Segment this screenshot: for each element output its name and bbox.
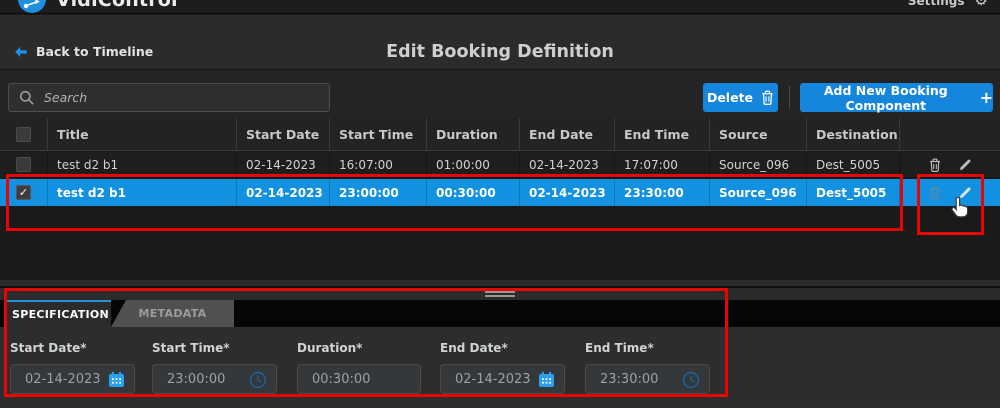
- column-header-end-time[interactable]: End Time: [615, 118, 710, 150]
- delete-button-label: Delete: [707, 90, 753, 105]
- page-title: Edit Booking Definition: [0, 42, 1000, 62]
- column-header-end-date[interactable]: End Date: [520, 118, 615, 150]
- clock-icon[interactable]: [249, 371, 267, 393]
- cell-duration: 01:00:00: [427, 152, 520, 177]
- tab-metadata[interactable]: METADATA: [111, 300, 234, 327]
- cell-end-time: 23:30:00: [615, 179, 710, 206]
- search-box[interactable]: [8, 83, 330, 112]
- field-label: Duration*: [297, 341, 362, 355]
- row-delete-icon[interactable]: [929, 158, 941, 172]
- app-logo-icon[interactable]: [18, 0, 46, 13]
- row-checkbox-checked[interactable]: ✓: [16, 185, 31, 200]
- toolbar: Delete Add New Booking Component +: [0, 70, 1000, 118]
- plus-icon: +: [980, 91, 993, 105]
- app-window: VidiControl Settings ⚙ Back to Timeline …: [0, 0, 1000, 408]
- calendar-icon[interactable]: [108, 371, 125, 392]
- panel-splitter: [0, 280, 1000, 300]
- gear-icon: ⚙: [975, 0, 988, 8]
- field-label: End Time*: [585, 341, 654, 355]
- trash-icon: [761, 90, 774, 105]
- cell-title: test d2 b1: [48, 179, 237, 206]
- cell-start-time: 23:00:00: [330, 179, 427, 206]
- booking-components-table: Title Start Date Start Time Duration End…: [0, 118, 1000, 280]
- cell-duration: 00:30:00: [427, 179, 520, 206]
- field-label: Start Date*: [10, 341, 87, 355]
- search-input[interactable]: [44, 90, 329, 105]
- tab-specification[interactable]: SPECIFICATION: [5, 300, 111, 327]
- cell-start-date: 02-14-2023: [237, 152, 330, 177]
- settings-button[interactable]: Settings ⚙: [908, 0, 988, 8]
- field-label: Start Time*: [152, 341, 230, 355]
- cell-end-time: 17:07:00: [615, 152, 710, 177]
- page-header: Back to Timeline Edit Booking Definition: [0, 15, 1000, 70]
- select-all-checkbox[interactable]: [16, 127, 31, 142]
- cell-source: Source_096: [710, 152, 807, 177]
- delete-button[interactable]: Delete: [703, 83, 778, 112]
- cell-end-date: 02-14-2023: [520, 152, 615, 177]
- column-header-start-time[interactable]: Start Time: [330, 118, 427, 150]
- column-header-destination[interactable]: Destination: [807, 118, 900, 150]
- column-header-source[interactable]: Source: [710, 118, 807, 150]
- clock-icon[interactable]: [682, 371, 700, 393]
- cell-title: test d2 b1: [48, 152, 237, 177]
- cell-destination: Dest_5005: [807, 179, 900, 206]
- panel-tab-bar: SPECIFICATION METADATA: [0, 300, 1000, 327]
- column-header-title[interactable]: Title: [48, 118, 237, 150]
- add-button-label: Add New Booking Component: [800, 83, 972, 113]
- row-edit-icon[interactable]: [959, 186, 972, 199]
- row-checkbox[interactable]: [16, 157, 31, 172]
- calendar-icon[interactable]: [538, 371, 555, 392]
- field-label: End Date*: [440, 341, 508, 355]
- cell-start-date: 02-14-2023: [237, 179, 330, 206]
- table-row-selected[interactable]: ✓ test d2 b1 02-14-2023 23:00:00 00:30:0…: [0, 179, 1000, 206]
- specification-form: Start Date* Start Time*: [0, 327, 1000, 408]
- cell-source: Source_096: [710, 179, 807, 206]
- splitter-handle-icon[interactable]: [485, 291, 515, 298]
- cell-start-time: 16:07:00: [330, 152, 427, 177]
- row-edit-icon[interactable]: [959, 158, 972, 171]
- table-header-row: Title Start Date Start Time Duration End…: [0, 118, 1000, 151]
- top-bar: VidiControl Settings ⚙: [0, 0, 1000, 14]
- cell-end-date: 02-14-2023: [520, 179, 615, 206]
- settings-label: Settings: [908, 0, 965, 8]
- app-title: VidiControl: [56, 0, 178, 11]
- duration-input[interactable]: [298, 365, 420, 393]
- splitter-line: [0, 286, 1000, 288]
- cell-destination: Dest_5005: [807, 152, 900, 177]
- column-header-duration[interactable]: Duration: [427, 118, 520, 150]
- search-icon: [19, 90, 35, 106]
- column-header-start-date[interactable]: Start Date: [237, 118, 330, 150]
- add-new-booking-component-button[interactable]: Add New Booking Component +: [800, 83, 993, 112]
- table-row[interactable]: test d2 b1 02-14-2023 16:07:00 01:00:00 …: [0, 152, 1000, 178]
- row-delete-icon[interactable]: [929, 186, 941, 200]
- column-header-actions: [900, 118, 1000, 150]
- toolbar-separator: [789, 86, 790, 109]
